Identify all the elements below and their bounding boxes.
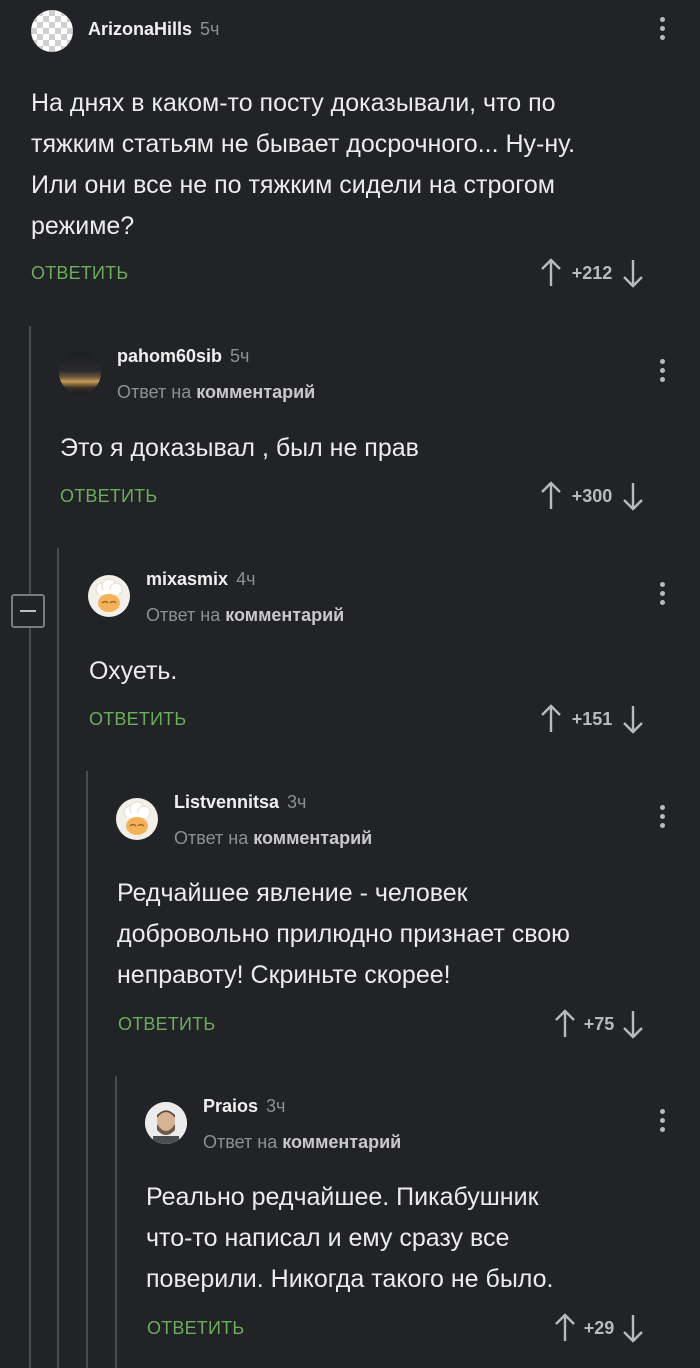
comment-text: Это я доказывал , был не прав [60, 434, 419, 462]
thread-line [29, 326, 31, 1368]
cook-icon [95, 578, 123, 612]
user-avatar[interactable] [145, 1102, 187, 1144]
vote-controls: +212 [540, 258, 644, 288]
reply-button[interactable]: ОТВЕТИТЬ [89, 709, 186, 730]
thread-line [86, 771, 88, 1368]
comment-author[interactable]: Listvennitsa 3ч [174, 792, 306, 813]
comment-text: Редчайшее явление - человек добровольно … [117, 879, 570, 989]
comment-score: +212 [571, 262, 613, 283]
vote-controls: +151 [540, 704, 644, 734]
upvote-arrow-icon[interactable] [540, 481, 562, 511]
more-options-icon[interactable] [659, 17, 665, 40]
user-avatar[interactable] [88, 575, 130, 617]
comment-author[interactable]: Praios 3ч [203, 1096, 285, 1117]
upvote-arrow-icon[interactable] [540, 704, 562, 734]
vote-controls: +300 [540, 481, 644, 511]
comment-time: 3ч [266, 1096, 286, 1116]
comment-score: +151 [571, 708, 613, 729]
thread-line [57, 548, 59, 1368]
more-options-icon[interactable] [659, 359, 665, 382]
comment-text: Охуеть. [89, 657, 178, 685]
reply-to-link[interactable]: Ответ на комментарий [117, 382, 315, 403]
downvote-arrow-icon[interactable] [622, 704, 644, 734]
downvote-arrow-icon[interactable] [622, 258, 644, 288]
comment-score: +75 [583, 1013, 615, 1034]
comment-time: 5ч [230, 346, 250, 366]
collapse-thread-button[interactable] [11, 594, 45, 628]
comment-author[interactable]: ArizonaHills 5ч [88, 19, 219, 40]
comment-score: +300 [571, 485, 613, 506]
reply-button[interactable]: ОТВЕТИТЬ [147, 1318, 244, 1339]
username[interactable]: Listvennitsa [174, 792, 279, 812]
comment-text: Реально редчайшее. Пикабушник что-то нап… [146, 1183, 554, 1293]
comment-time: 4ч [236, 569, 256, 589]
comment-time: 3ч [287, 792, 307, 812]
username[interactable]: pahom60sib [117, 346, 222, 366]
comment-time: 5ч [200, 19, 220, 39]
reply-button[interactable]: ОТВЕТИТЬ [31, 263, 128, 284]
more-options-icon[interactable] [659, 805, 665, 828]
downvote-arrow-icon[interactable] [622, 1009, 644, 1039]
reply-to-link[interactable]: Ответ на комментарий [174, 828, 372, 849]
user-avatar[interactable] [31, 10, 73, 52]
reply-button[interactable]: ОТВЕТИТЬ [60, 486, 157, 507]
user-avatar[interactable] [116, 798, 158, 840]
cook-icon [123, 801, 151, 835]
comment-score: +29 [583, 1317, 615, 1338]
username[interactable]: Praios [203, 1096, 258, 1116]
upvote-arrow-icon[interactable] [554, 1313, 576, 1343]
more-options-icon[interactable] [659, 1109, 665, 1132]
thread-line [115, 1076, 117, 1368]
comment-author[interactable]: mixasmix 4ч [146, 569, 255, 590]
vote-controls: +29 [554, 1313, 644, 1343]
downvote-arrow-icon[interactable] [622, 481, 644, 511]
reply-button[interactable]: ОТВЕТИТЬ [118, 1014, 215, 1035]
comment-author[interactable]: pahom60sib 5ч [117, 346, 249, 367]
vote-controls: +75 [554, 1009, 644, 1039]
person-photo-icon [145, 1102, 187, 1144]
user-avatar[interactable] [59, 352, 101, 394]
reply-to-link[interactable]: Ответ на комментарий [146, 605, 344, 626]
username[interactable]: ArizonaHills [88, 19, 192, 39]
username[interactable]: mixasmix [146, 569, 228, 589]
comment-text: На днях в каком-то посту доказывали, что… [31, 89, 576, 240]
reply-to-link[interactable]: Ответ на комментарий [203, 1132, 401, 1153]
more-options-icon[interactable] [659, 582, 665, 605]
upvote-arrow-icon[interactable] [554, 1009, 576, 1039]
upvote-arrow-icon[interactable] [540, 258, 562, 288]
downvote-arrow-icon[interactable] [622, 1313, 644, 1343]
